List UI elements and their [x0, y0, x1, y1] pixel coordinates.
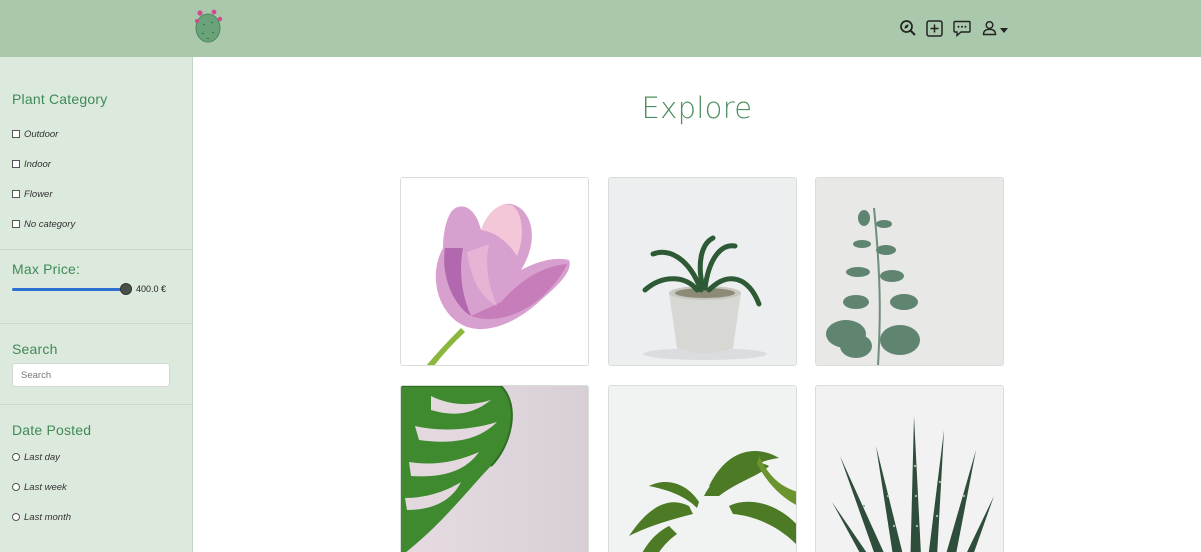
checkbox[interactable]	[12, 220, 20, 228]
radio-button[interactable]	[12, 483, 20, 491]
caret-down-icon	[1000, 19, 1008, 38]
plant-card-eucalyptus[interactable]	[815, 177, 1004, 366]
checkbox[interactable]	[12, 130, 20, 138]
plant-card-monstera[interactable]	[400, 385, 589, 552]
top-navbar	[0, 0, 1201, 57]
user-icon	[980, 19, 999, 38]
date-option-label: Last day	[24, 451, 60, 463]
category-filter-title: Plant Category	[12, 91, 108, 107]
date-option-last-week[interactable]: Last week	[12, 472, 180, 502]
slider-track[interactable]	[12, 288, 130, 291]
search-plant-icon[interactable]	[898, 19, 917, 38]
search-filter: Search	[0, 324, 192, 405]
plant-card-aloe[interactable]	[815, 385, 1004, 552]
plant-card-palm[interactable]	[608, 385, 797, 552]
category-option-indoor[interactable]: Indoor	[12, 149, 180, 179]
cactus-icon[interactable]	[193, 8, 225, 44]
date-filter-title: Date Posted	[12, 422, 92, 438]
plant-card-succulent-pot[interactable]	[608, 177, 797, 366]
date-option-label: Last month	[24, 511, 71, 523]
slider-thumb[interactable]	[120, 283, 132, 295]
checkbox[interactable]	[12, 160, 20, 168]
category-option-no-category[interactable]: No category	[12, 209, 180, 239]
date-option-label: Last week	[24, 481, 67, 493]
plant-card-pink-tulip[interactable]	[400, 177, 589, 366]
page-title: Explore	[641, 91, 753, 125]
max-price-slider[interactable]	[12, 283, 132, 295]
checkbox[interactable]	[12, 190, 20, 198]
date-filter: Date Posted Last day Last week Last mont…	[0, 405, 192, 532]
category-option-label: Flower	[24, 188, 53, 200]
category-option-flower[interactable]: Flower	[12, 179, 180, 209]
category-option-label: Outdoor	[24, 128, 59, 140]
radio-button[interactable]	[12, 513, 20, 521]
category-option-label: No category	[24, 218, 76, 230]
category-option-outdoor[interactable]: Outdoor	[12, 119, 180, 149]
filter-sidebar: Plant Category Outdoor Indoor Flower No …	[0, 57, 193, 552]
messages-icon[interactable]	[952, 19, 971, 38]
price-filter-title: Max Price:	[12, 261, 81, 277]
price-filter: Max Price: 400.0 €	[0, 250, 192, 324]
category-option-label: Indoor	[24, 158, 51, 170]
category-filter: Plant Category Outdoor Indoor Flower No …	[0, 57, 192, 250]
user-menu-toggle[interactable]	[980, 19, 1008, 38]
search-filter-title: Search	[12, 341, 58, 357]
max-price-value: 400.0 €	[136, 284, 167, 294]
explore-main: Explore	[193, 57, 1201, 552]
search-input[interactable]	[12, 363, 170, 387]
add-post-icon[interactable]	[925, 19, 944, 38]
navbar-actions	[898, 17, 1008, 39]
date-option-last-day[interactable]: Last day	[12, 442, 180, 472]
radio-button[interactable]	[12, 453, 20, 461]
date-option-last-month[interactable]: Last month	[12, 502, 180, 532]
